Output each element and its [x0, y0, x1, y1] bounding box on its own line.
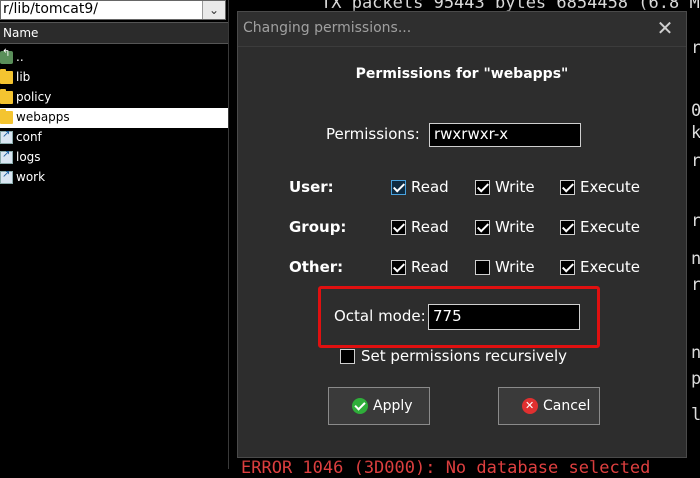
row-label-other: Other: — [289, 258, 344, 276]
group-read-checkbox[interactable] — [391, 220, 406, 235]
terminal-char: 0 — [691, 101, 700, 121]
file-name: webapps — [16, 110, 70, 124]
permissions-label: Permissions: — [326, 125, 420, 143]
terminal-char: r — [691, 38, 700, 58]
other-read-checkbox[interactable] — [391, 260, 406, 275]
other-write-checkbox[interactable] — [475, 260, 490, 275]
user-execute-label: Execute — [580, 178, 640, 196]
terminal-char: r — [691, 211, 700, 231]
row-label-group: Group: — [289, 218, 347, 236]
terminal-char: n — [691, 343, 700, 363]
file-name: conf — [16, 130, 42, 144]
group-write-checkbox[interactable] — [475, 220, 490, 235]
file-list: .. lib policy webapps conf logs work — [0, 48, 228, 188]
other-read-label: Read — [411, 258, 449, 276]
user-execute-checkbox[interactable] — [560, 180, 575, 195]
file-row[interactable]: .. — [0, 48, 228, 68]
file-row[interactable]: policy — [0, 88, 228, 108]
octal-label: Octal mode: — [334, 307, 426, 325]
terminal-char: l — [691, 405, 700, 425]
chevron-down-icon[interactable]: ⌄ — [202, 1, 225, 19]
column-header-label: Name — [3, 26, 39, 40]
cancel-icon — [522, 398, 538, 414]
checkmark-icon — [352, 398, 368, 414]
dialog-titlebar[interactable]: Changing permissions... ✕ — [238, 12, 686, 47]
recursive-checkbox[interactable] — [340, 349, 355, 364]
group-execute-label: Execute — [580, 218, 640, 236]
cancel-label: Cancel — [543, 398, 591, 414]
group-execute-checkbox[interactable] — [560, 220, 575, 235]
file-name: logs — [16, 150, 41, 164]
link-icon — [0, 169, 13, 184]
terminal-char: r — [691, 275, 700, 295]
file-name: lib — [16, 70, 31, 84]
dialog-title: Changing permissions... — [243, 20, 412, 36]
permissions-dialog: Changing permissions... ✕ Permissions fo… — [237, 11, 687, 458]
parent-dir-icon — [0, 48, 13, 64]
group-read-label: Read — [411, 218, 449, 236]
group-write-label: Write — [495, 218, 535, 236]
row-label-user: User: — [289, 178, 334, 196]
file-row[interactable]: logs — [0, 148, 228, 168]
terminal-char: n — [691, 249, 700, 269]
permissions-heading: Permissions for "webapps" — [355, 66, 569, 82]
file-row[interactable]: work — [0, 168, 228, 188]
terminal-char: p — [691, 369, 700, 389]
close-icon[interactable]: ✕ — [654, 16, 676, 40]
terminal-char: r — [691, 151, 700, 171]
user-write-checkbox[interactable] — [475, 180, 490, 195]
other-write-label: Write — [495, 258, 535, 276]
folder-icon — [0, 89, 13, 104]
other-execute-label: Execute — [580, 258, 640, 276]
apply-button[interactable]: Apply — [328, 387, 430, 425]
recursive-label: Set permissions recursively — [361, 347, 568, 365]
permissions-field[interactable]: rwxrwxr-x — [429, 123, 581, 147]
user-write-label: Write — [495, 178, 535, 196]
file-panel: r/lib/tomcat9/ ⌄ Name .. lib policy webapps… — [0, 0, 229, 469]
link-icon — [0, 129, 13, 144]
terminal-bottom-line: ERROR 1046 (3D000): No database selected — [241, 458, 651, 478]
octal-mode-field[interactable]: 775 — [428, 304, 580, 330]
file-row[interactable]: webapps — [0, 108, 228, 128]
file-row[interactable]: conf — [0, 128, 228, 148]
user-read-label: Read — [411, 178, 449, 196]
file-row[interactable]: lib — [0, 68, 228, 88]
terminal-char: k — [691, 123, 700, 143]
folder-icon — [0, 69, 13, 84]
folder-icon — [0, 109, 13, 124]
file-name: policy — [16, 90, 52, 104]
path-text: r/lib/tomcat9/ — [3, 1, 98, 17]
cancel-button[interactable]: Cancel — [498, 387, 600, 425]
apply-label: Apply — [373, 398, 413, 414]
user-read-checkbox[interactable] — [391, 180, 406, 195]
file-name: work — [16, 170, 46, 184]
column-header-name[interactable]: Name — [0, 22, 228, 44]
file-name: .. — [16, 50, 24, 64]
other-execute-checkbox[interactable] — [560, 260, 575, 275]
link-icon — [0, 149, 13, 164]
path-combobox[interactable]: r/lib/tomcat9/ ⌄ — [0, 0, 226, 20]
